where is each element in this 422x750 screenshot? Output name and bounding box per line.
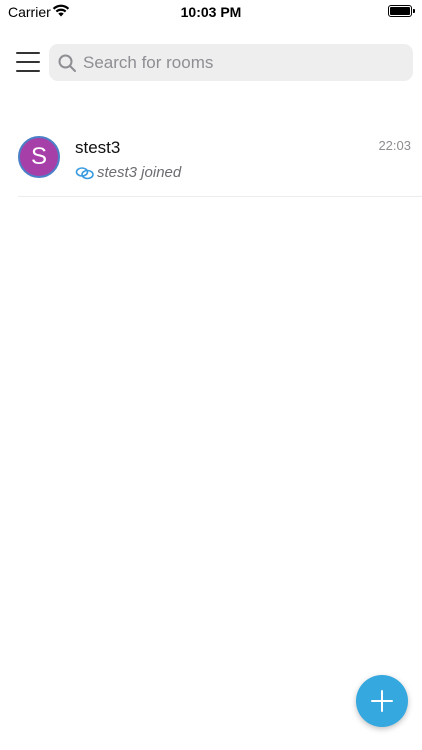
hamburger-line <box>16 70 40 72</box>
room-avatar: S <box>18 136 60 178</box>
membership-icon <box>75 166 94 179</box>
menu-button[interactable] <box>16 52 40 72</box>
search-input[interactable] <box>83 52 383 73</box>
status-bar: Carrier 10:03 PM <box>0 0 422 24</box>
battery-icon <box>388 5 415 17</box>
room-name: stest3 <box>75 138 121 157</box>
status-time: 10:03 PM <box>180 4 242 20</box>
search-icon <box>58 54 76 72</box>
create-room-button[interactable] <box>356 675 408 727</box>
hamburger-line <box>16 61 40 63</box>
room-timestamp: 22:03 <box>378 138 411 153</box>
list-divider <box>18 196 422 197</box>
room-last-event: stest3 joined <box>75 164 181 181</box>
search-bar[interactable] <box>49 44 413 81</box>
room-list-item[interactable]: S stest3 22:03 stest3 joined <box>0 126 422 196</box>
room-last-event-text: stest3 joined <box>97 164 182 181</box>
plus-icon <box>371 690 393 712</box>
hamburger-line <box>16 52 40 54</box>
